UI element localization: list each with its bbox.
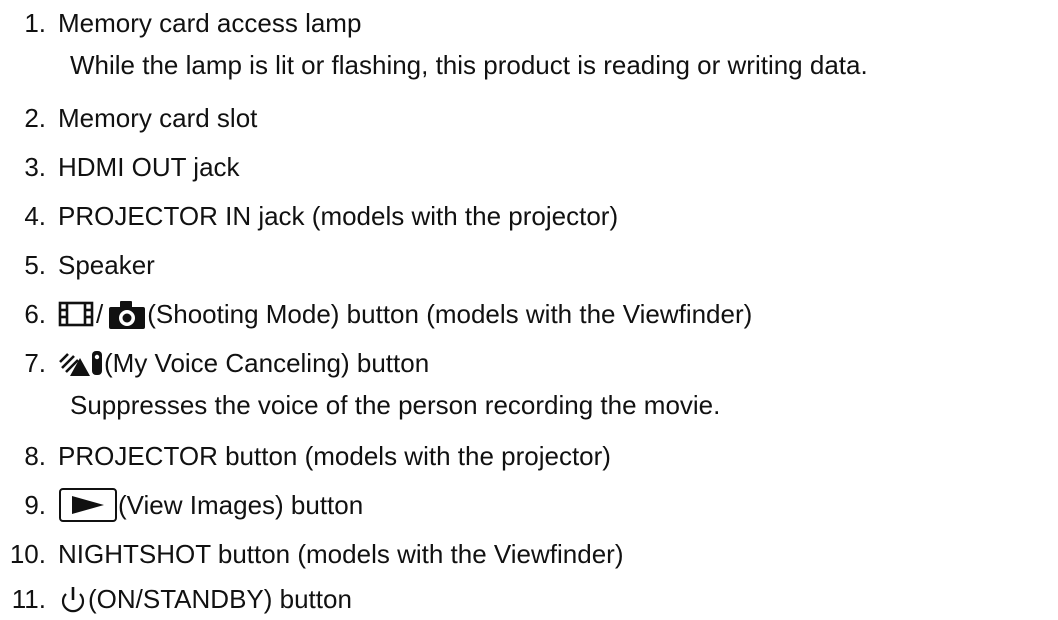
item-number: 10.	[9, 539, 46, 569]
icon-separator: /	[96, 299, 104, 329]
item-label: (Shooting Mode) button (models with the …	[147, 299, 753, 329]
item-label: PROJECTOR IN jack (models with the proje…	[58, 201, 619, 231]
item-content: (My Voice Canceling) button	[58, 343, 429, 383]
my-voice-canceling-icon	[58, 348, 104, 378]
item-number: 3.	[24, 152, 46, 182]
item-label: Memory card access lamp	[58, 8, 362, 38]
item-number: 1.	[24, 8, 46, 38]
list-item: 2. Memory card slot	[0, 98, 257, 138]
camera-icon	[107, 298, 147, 330]
item-description-text: While the lamp is lit or flashing, this …	[70, 50, 868, 80]
item-label: PROJECTOR button (models with the projec…	[58, 441, 611, 471]
item-description-text: Suppresses the voice of the person recor…	[70, 390, 721, 420]
item-number: 9.	[24, 490, 46, 520]
item-content: (View Images) button	[58, 485, 363, 525]
list-item: 10. NIGHTSHOT button (models with the Vi…	[0, 534, 624, 574]
item-label: NIGHTSHOT button (models with the Viewfi…	[58, 539, 624, 569]
list-item: 9. (View Images) button	[0, 485, 363, 525]
item-number: 11.	[11, 584, 46, 614]
power-icon	[58, 584, 88, 614]
item-number: 2.	[24, 103, 46, 133]
item-label: (View Images) button	[118, 490, 364, 520]
item-content: / (Shooting Mode) button (models with th…	[58, 294, 752, 334]
item-number: 7.	[24, 348, 46, 378]
list-item: 6. / (Shooting Mode) button (models with…	[0, 294, 752, 334]
item-label: (ON/STANDBY) button	[88, 584, 352, 614]
list-item: 3. HDMI OUT jack	[0, 147, 240, 187]
list-item: 4. PROJECTOR IN jack (models with the pr…	[0, 196, 618, 236]
play-icon	[58, 487, 118, 523]
item-number: 8.	[24, 441, 46, 471]
item-label: (My Voice Canceling) button	[104, 348, 430, 378]
list-item: 11. (ON/STANDBY) button	[0, 579, 352, 619]
item-description: While the lamp is lit or flashing, this …	[70, 45, 868, 85]
item-number: 5.	[24, 250, 46, 280]
item-label: HDMI OUT jack	[58, 152, 240, 182]
item-label: Speaker	[58, 250, 155, 280]
item-description: Suppresses the voice of the person recor…	[70, 385, 720, 425]
item-number: 6.	[24, 299, 46, 329]
item-content: (ON/STANDBY) button	[58, 579, 352, 619]
item-label: Memory card slot	[58, 103, 258, 133]
film-icon	[58, 299, 94, 329]
list-item: 7. (My Voice Canceling) button	[0, 343, 429, 383]
list-item: 5. Speaker	[0, 245, 155, 285]
list-item: 1. Memory card access lamp	[0, 3, 361, 43]
item-number: 4.	[24, 201, 46, 231]
list-item: 8. PROJECTOR button (models with the pro…	[0, 436, 611, 476]
